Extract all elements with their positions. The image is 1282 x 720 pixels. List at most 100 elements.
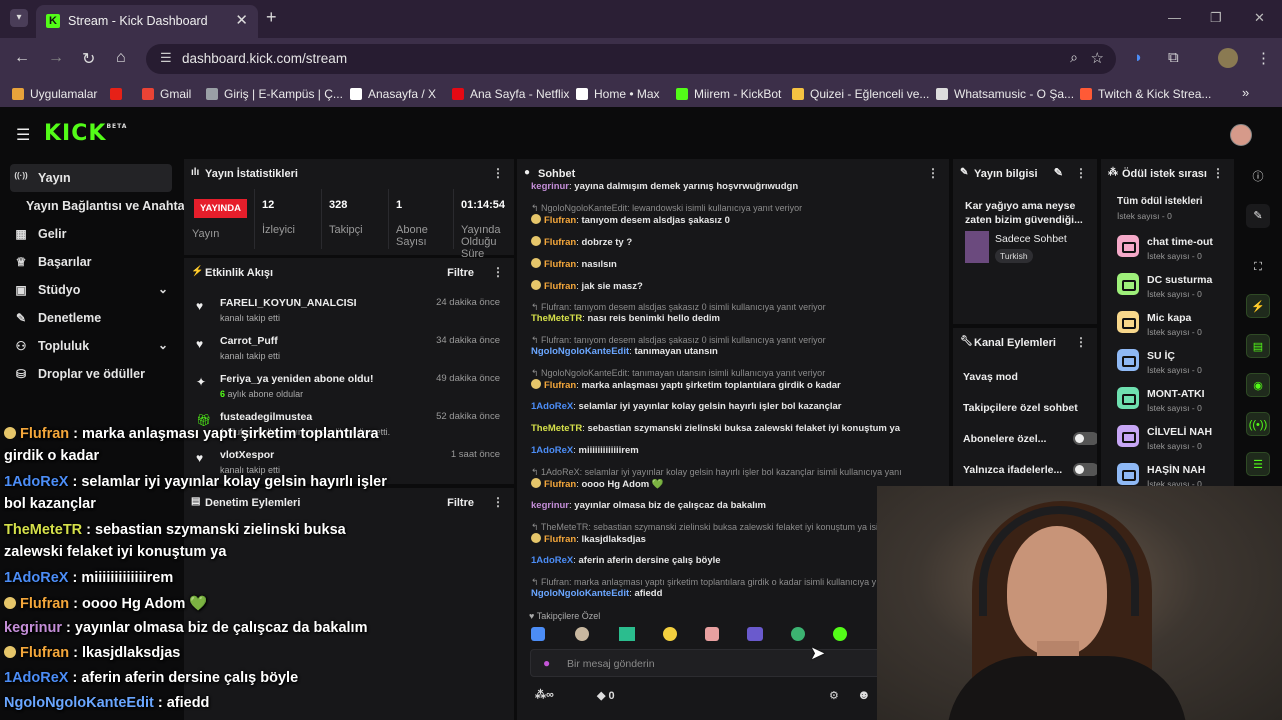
sidebar-item[interactable]: ⛁ Droplar ve ödüller (10, 360, 172, 388)
browser-tab[interactable]: K Stream - Kick Dashboard ✕ (36, 5, 258, 38)
emote-icon[interactable] (833, 627, 847, 641)
chat-message[interactable]: TheMeteTR: sebastian szymanski zielinski… (531, 423, 901, 434)
bookmark-item[interactable]: Home • Max (576, 87, 660, 101)
edit-layout-icon[interactable]: ✎ (1246, 204, 1270, 228)
back-icon[interactable]: ← (14, 49, 30, 67)
chevron-down-icon[interactable]: ⌄ (158, 338, 168, 352)
activity-filter-button[interactable]: Filtre (447, 267, 474, 279)
channel-action-2[interactable]: Abonelere özel... (963, 432, 1097, 455)
bookmark-item[interactable]: Whatsamusic - O Şa... (936, 87, 1074, 101)
window-close-icon[interactable]: ✕ (1254, 10, 1265, 26)
extensions-puzzle-icon[interactable]: ⧉ (1168, 49, 1179, 66)
emote-icon[interactable] (663, 627, 677, 641)
toggle-switch[interactable] (1073, 463, 1097, 476)
chat-more-icon[interactable]: ⋮ (927, 166, 939, 180)
hamburger-menu-icon[interactable]: ☰ (16, 125, 30, 145)
browser-menu-icon[interactable]: ⋮ (1256, 49, 1271, 67)
address-bar[interactable]: ☰ dashboard.kick.com/stream ⌕ ☆ (146, 44, 1116, 74)
channel-action-3[interactable]: Yalnızca ifadelerle... (963, 463, 1097, 486)
chat-username[interactable]: Flufran (544, 380, 576, 391)
document-icon[interactable]: ▤ (1246, 334, 1270, 358)
channel-action-1[interactable]: Takipçilere özel sohbet › (963, 400, 1097, 424)
bookmark-item[interactable] (110, 87, 128, 101)
chat-message[interactable]: Flufran: tanıyom desem alsdjas şakasız 0 (531, 214, 901, 226)
chat-username[interactable]: kegrinur (531, 500, 569, 511)
reload-icon[interactable]: ↻ (82, 49, 95, 69)
chat-message[interactable]: Flufran: lkasjdlaksdjas (531, 533, 901, 545)
emote-icon[interactable] (531, 627, 545, 641)
info-icon[interactable]: ⓘ (1246, 165, 1270, 189)
chat-username[interactable]: Flufran (544, 237, 576, 248)
chat-input[interactable]: ● Bir mesaj gönderin (530, 649, 890, 677)
all-rewards-title[interactable]: Tüm ödül istekleri (1117, 196, 1203, 207)
emote-icon[interactable] (575, 627, 589, 641)
home-icon[interactable]: ⌂ (116, 49, 126, 67)
bookmark-item[interactable]: Anasayfa / X (350, 87, 436, 101)
focus-icon[interactable]: ⛶ (1246, 255, 1270, 279)
bookmark-item[interactable]: Uygulamalar (12, 87, 97, 101)
sidebar-item[interactable]: Yayın Bağlantısı ve Anahtarı (10, 192, 193, 220)
chat-username[interactable]: 1AdoReX (531, 445, 573, 456)
reward-item[interactable]: MONT-ATKI İstek sayısı - 0 (1117, 385, 1234, 421)
bookmark-item[interactable]: Gmail (142, 87, 191, 101)
chat-message[interactable]: Flufran: dobrze ty ? (531, 236, 901, 248)
bookmarks-overflow-icon[interactable]: » (1242, 85, 1249, 100)
site-info-icon[interactable]: ☰ (160, 50, 172, 66)
chat-username[interactable]: 1AdoReX (531, 555, 573, 566)
edit-icon[interactable]: ✎ (1054, 166, 1063, 179)
bookmark-item[interactable]: Ana Sayfa - Netflix (452, 87, 569, 101)
bookmark-item[interactable]: Twitch & Kick Strea... (1080, 87, 1211, 101)
chat-username[interactable]: Flufran (544, 479, 576, 490)
close-tab-icon[interactable]: ✕ (235, 11, 248, 29)
forward-icon[interactable]: → (48, 49, 64, 67)
chat-username[interactable]: 1AdoReX (531, 401, 573, 412)
viewer-link-icon[interactable]: ⁂∞ (535, 688, 554, 701)
chat-message[interactable]: Flufran: jak sie masz? (531, 280, 901, 292)
reward-item[interactable]: Mic kapa İstek sayısı - 0 (1117, 309, 1234, 345)
category-name[interactable]: Sadece Sohbet (995, 233, 1067, 245)
channel-action-0[interactable]: Yavaş mod › (963, 369, 1097, 393)
chat-username[interactable]: kegrinur (531, 181, 569, 192)
chat-username[interactable]: TheMeteTR (531, 423, 582, 434)
emote-icon[interactable] (705, 627, 719, 641)
chevron-right-icon[interactable]: › (1096, 369, 1097, 385)
sidebar-item[interactable]: ♕ Başarılar (10, 248, 172, 276)
profile-avatar[interactable] (1218, 48, 1238, 68)
chat-username[interactable]: NgoloNgoloKanteEdit (531, 346, 629, 357)
reward-item[interactable]: chat time-out İstek sayısı - 0 (1117, 233, 1234, 269)
chat-message[interactable]: kegrinur: yayına dalmışım demek yarınış … (531, 181, 901, 192)
sidebar-item[interactable]: ((·)) Yayın (10, 164, 172, 192)
activity-item[interactable]: ♥ Carrot_Puff kanalı takip etti 34 dakika ö… (194, 332, 508, 370)
activity-more-icon[interactable]: ⋮ (492, 265, 504, 279)
rewards-icon[interactable]: ☰ (1246, 452, 1270, 476)
reward-more-icon[interactable]: ⋮ (1212, 166, 1224, 180)
chat-username[interactable]: Flufran (544, 281, 576, 292)
channel-actions-more-icon[interactable]: ⋮ (1075, 335, 1087, 349)
chevron-down-icon[interactable]: ⌄ (158, 282, 168, 296)
chat-message[interactable]: Flufran: oooo Hg Adom 💚 (531, 478, 901, 490)
chat-username[interactable]: Flufran (544, 259, 576, 270)
chat-username[interactable]: TheMeteTR (531, 313, 582, 324)
reward-item[interactable]: HAŞİN NAH İstek sayısı - 0 (1117, 461, 1234, 486)
chat-message[interactable]: TheMeteTR: nası reis benimki hello dedim (531, 313, 901, 324)
bookmark-item[interactable]: Miirem - KickBot (676, 87, 781, 101)
chat-icon[interactable]: ◉ (1246, 373, 1270, 397)
lightning-icon[interactable]: ⚡ (1246, 294, 1270, 318)
minimize-icon[interactable]: — (1168, 10, 1181, 25)
broadcast-icon[interactable]: ((•)) (1246, 412, 1270, 436)
sidebar-item[interactable]: ⚇ Topluluk ⌄ (10, 332, 172, 360)
chat-settings-icon[interactable]: ⚙ (829, 689, 839, 702)
reward-item[interactable]: DC susturma İstek sayısı - 0 (1117, 271, 1234, 307)
reward-item[interactable]: CİLVELİ NAH İstek sayısı - 0 (1117, 423, 1234, 459)
maximize-icon[interactable]: ❐ (1210, 10, 1222, 26)
user-avatar[interactable] (1230, 124, 1252, 146)
chat-message[interactable]: NgoloNgoloKanteEdit: tanımayan utansın (531, 346, 901, 357)
chat-message[interactable]: kegrinur: yayınlar olmasa biz de çalışca… (531, 500, 901, 511)
moderation-filter-button[interactable]: Filtre (447, 497, 474, 509)
sidebar-item[interactable]: ▦ Gelir (10, 220, 172, 248)
microphone-icon[interactable]: ● (543, 656, 550, 670)
chat-message[interactable]: 1AdoReX: aferin aferin dersine çalış böy… (531, 555, 901, 566)
chevron-right-icon[interactable]: › (1096, 400, 1097, 416)
chat-message[interactable]: NgoloNgoloKanteEdit: afiedd (531, 588, 901, 599)
tab-search-icon[interactable]: ▾ (10, 9, 28, 27)
